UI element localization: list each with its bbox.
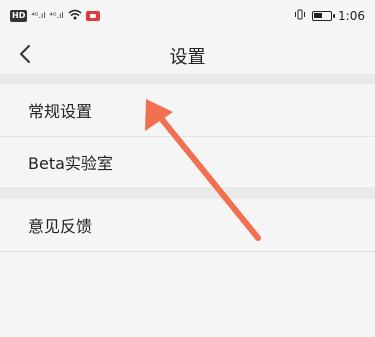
page-title: 设置 <box>169 47 206 68</box>
status-time: 1:06 <box>338 9 365 23</box>
settings-item-general[interactable]: 常规设置 <box>0 84 375 136</box>
battery-icon <box>312 11 336 21</box>
status-right: 1:06 <box>294 9 365 23</box>
section-gap <box>0 74 375 84</box>
settings-item-feedback[interactable]: 意见反馈 <box>0 199 375 251</box>
signal-icon: ⁴ᴳ.ıl <box>31 11 46 20</box>
hd-badge: HD <box>10 10 28 22</box>
nav-bar: 设置 <box>0 34 375 74</box>
settings-item-beta-lab[interactable]: Beta实验室 <box>0 137 375 187</box>
signal-icon: ⁴ᴳ.ıl <box>49 11 64 20</box>
app-notification-icon <box>85 11 100 21</box>
wifi-icon <box>68 9 82 23</box>
settings-item-label: 意见反馈 <box>28 217 93 236</box>
settings-item-label: Beta实验室 <box>28 154 113 173</box>
status-left: HD ⁴ᴳ.ıl ⁴ᴳ.ıl <box>10 9 100 23</box>
divider <box>0 251 375 252</box>
settings-item-label: 常规设置 <box>28 102 93 121</box>
status-bar: HD ⁴ᴳ.ıl ⁴ᴳ.ıl 1:06 <box>0 0 375 34</box>
vibrate-icon <box>294 9 306 23</box>
battery-level <box>314 13 323 18</box>
section-gap <box>0 187 375 199</box>
